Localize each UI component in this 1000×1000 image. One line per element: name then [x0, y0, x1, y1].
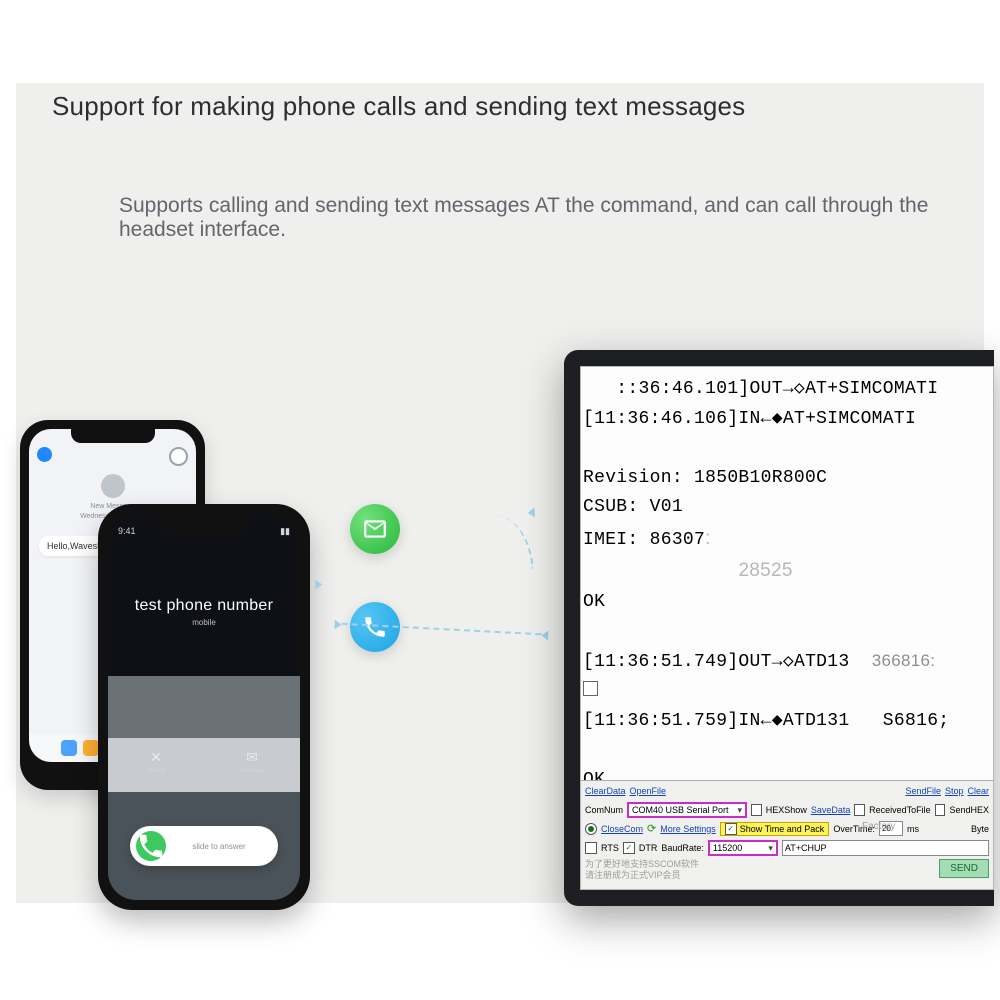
refresh-icon[interactable]: ⟳	[647, 822, 656, 835]
received-to-file-label: ReceivedToFile	[869, 805, 931, 815]
back-button-icon	[37, 447, 52, 462]
received-to-file-checkbox[interactable]	[854, 804, 865, 816]
hexshow-label: HEXShow	[766, 805, 807, 815]
status-time: 9:41	[118, 526, 136, 537]
laptop-mockup: ::36:46.101]OUT→◇AT+SIMCOMATI [11:36:46.…	[564, 350, 994, 906]
answer-slider: slide to answer	[130, 826, 278, 866]
close-com-radio[interactable]	[585, 823, 597, 835]
clear-link[interactable]: Clear	[967, 786, 989, 796]
send-button[interactable]: SEND	[939, 859, 989, 878]
save-data-link[interactable]: SaveData	[811, 805, 851, 815]
watermark-factory: Factory	[862, 821, 895, 832]
rts-checkbox[interactable]	[585, 842, 597, 854]
info-icon	[169, 447, 188, 466]
com-port-combo[interactable]: COM40 USB Serial Port▾	[627, 802, 747, 818]
show-time-checkbox[interactable]: Show Time and Pack	[720, 822, 830, 836]
call-sub: mobile	[108, 618, 300, 627]
close-com-link[interactable]: CloseCom	[601, 824, 643, 834]
more-settings-link[interactable]: More Settings	[660, 824, 716, 834]
avatar	[101, 474, 125, 498]
ms-label: ms	[907, 824, 919, 834]
hexshow-checkbox[interactable]	[751, 804, 762, 816]
page-title: Support for making phone calls and sendi…	[52, 91, 745, 122]
page-subtitle: Supports calling and sending text messag…	[119, 194, 1000, 242]
footer-note: 为了更好地支持SSCOM软件 请注册成为正式VIP会员	[585, 859, 699, 881]
phone-answer-icon	[136, 831, 166, 861]
bytes-label: Byte	[971, 824, 989, 834]
open-file-link[interactable]: OpenFile	[630, 786, 667, 796]
status-right-icon: ▮▮	[280, 526, 290, 537]
com-num-label: ComNum	[585, 805, 623, 815]
answer-label: slide to answer	[166, 842, 272, 851]
phone-call-mockup: 9:41 ▮▮ test phone number mobile ✕ decli…	[98, 504, 310, 910]
baud-label: BaudRate:	[661, 843, 704, 853]
message-icon: ✉ message	[238, 749, 266, 774]
call-name: test phone number	[108, 597, 300, 615]
arrow-call	[339, 623, 542, 691]
sendhex-checkbox[interactable]	[935, 804, 946, 816]
terminal-controls: ClearData OpenFile SendFile Stop Clear C…	[581, 780, 993, 889]
terminal-checkbox[interactable]	[583, 681, 598, 696]
clear-data-link[interactable]: ClearData	[585, 786, 626, 796]
decline-icon: ✕ decline	[142, 749, 170, 774]
at-command-input[interactable]	[782, 840, 989, 856]
baud-combo[interactable]: 115200▾	[708, 840, 778, 856]
send-file-link[interactable]: SendFile	[905, 786, 941, 796]
stop-link[interactable]: Stop	[945, 786, 964, 796]
dtr-checkbox[interactable]	[623, 842, 635, 854]
